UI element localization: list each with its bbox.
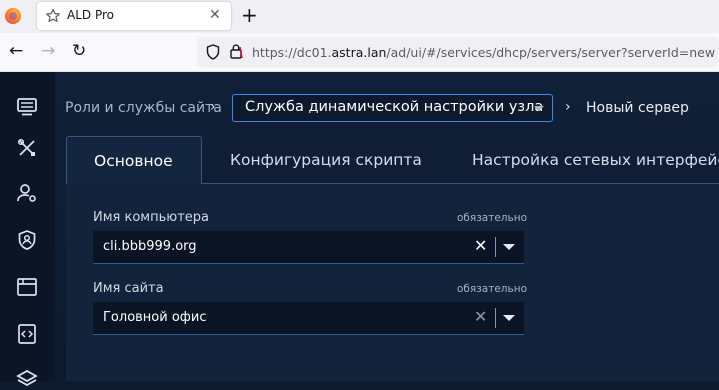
- tab-label: Основное: [94, 152, 173, 170]
- site-name-field[interactable]: Головной офис ✕: [93, 302, 524, 335]
- required-hint: обязательно: [457, 212, 527, 224]
- required-hint: обязательно: [457, 283, 527, 295]
- back-button[interactable]: ←: [9, 41, 23, 61]
- tab-general[interactable]: Основное: [66, 136, 202, 185]
- browser-tab[interactable]: ALD Pro ✕: [37, 2, 231, 30]
- breadcrumb-roles-link[interactable]: Роли и службы сайта: [65, 100, 222, 116]
- firefox-menu-icon[interactable]: [5, 8, 21, 24]
- tab-label: Конфигурация скрипта: [230, 151, 422, 169]
- url-text[interactable]: https://dc01.astra.lan/ad/ui/#/services/…: [252, 45, 715, 60]
- url-bar[interactable]: https://dc01.astra.lan/ad/ui/#/services/…: [197, 37, 719, 67]
- lock-icon[interactable]: [229, 43, 243, 59]
- sidebar-rail: [0, 72, 55, 387]
- monitor-icon[interactable]: [16, 96, 38, 118]
- star-icon: [46, 8, 60, 22]
- service-dropdown[interactable]: Служба динамической настройки узла: [232, 94, 553, 122]
- forward-button[interactable]: →: [41, 41, 55, 61]
- shield-user-icon[interactable]: [16, 229, 38, 251]
- window-icon[interactable]: [16, 276, 38, 298]
- breadcrumb-separator: ›: [565, 99, 571, 115]
- service-dropdown-value: Служба динамической настройки узла: [245, 99, 544, 115]
- site-name-label: Имя сайта: [93, 281, 164, 296]
- browser-tab-bar: ALD Pro ✕ +: [0, 0, 719, 33]
- new-tab-button[interactable]: +: [241, 4, 258, 26]
- shield-icon[interactable]: [206, 44, 220, 60]
- field-divider: [495, 308, 496, 328]
- computer-name-label: Имя компьютера: [93, 210, 209, 225]
- breadcrumb-separator: ›: [210, 99, 216, 115]
- chevron-down-icon[interactable]: [503, 244, 515, 250]
- clear-icon[interactable]: ✕: [474, 308, 487, 326]
- tab-title: ALD Pro: [67, 8, 114, 22]
- reload-button[interactable]: ↻: [72, 41, 86, 61]
- layers-icon[interactable]: [16, 368, 38, 390]
- field-divider: [495, 237, 496, 257]
- close-tab-icon[interactable]: ✕: [209, 6, 221, 24]
- computer-name-value: cli.bbb999.org: [103, 239, 197, 254]
- chevron-down-icon[interactable]: [503, 315, 515, 321]
- app-content: Роли и службы сайта › Служба динамическо…: [0, 72, 719, 387]
- site-name-value: Головной офис: [103, 310, 207, 325]
- clear-icon[interactable]: ✕: [474, 237, 487, 255]
- code-icon[interactable]: [16, 323, 38, 345]
- user-settings-icon[interactable]: [16, 182, 38, 204]
- browser-nav-bar: ← → ↻ https://dc01.astra.lan/ad/ui/#/ser…: [0, 33, 719, 72]
- chevron-down-icon: [534, 106, 544, 111]
- breadcrumb-current: Новый сервер: [586, 100, 689, 116]
- tab-label: Настройка сетевых интерфейсов: [472, 151, 719, 169]
- tools-icon[interactable]: [16, 137, 38, 159]
- computer-name-field[interactable]: cli.bbb999.org ✕: [93, 231, 524, 264]
